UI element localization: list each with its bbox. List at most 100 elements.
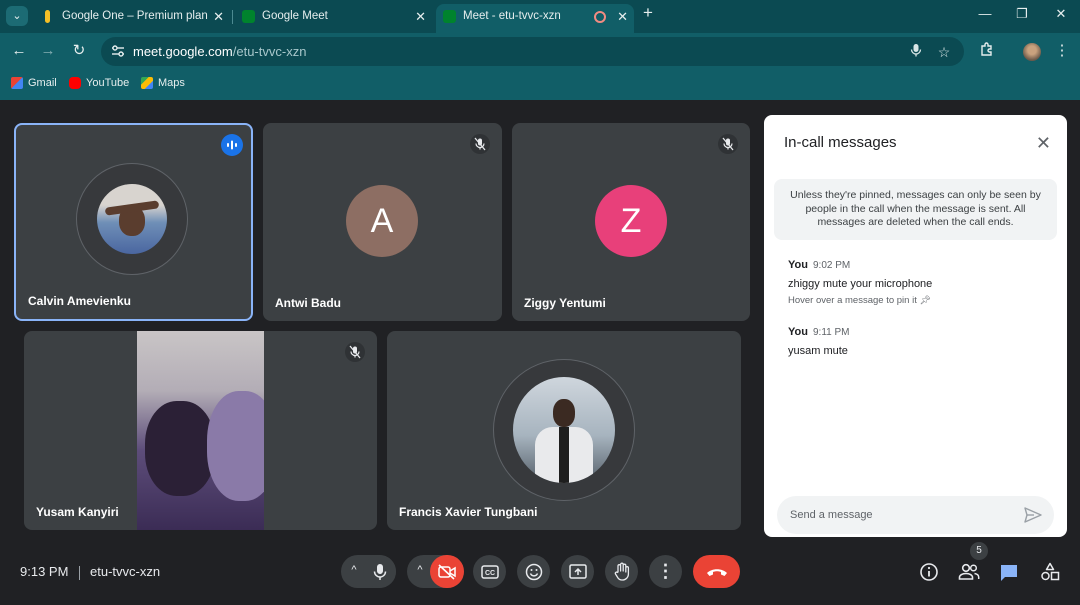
bookmark-label: Gmail [28, 77, 57, 89]
tab-title: Google Meet [262, 10, 328, 22]
bookmark-youtube[interactable]: YouTube [69, 74, 129, 92]
participant-name: Calvin Amevienku [28, 294, 131, 308]
bookmark-star-icon[interactable]: ☆ [935, 43, 953, 61]
participant-name: Antwi Badu [275, 296, 341, 310]
close-tab-icon[interactable]: ✕ [415, 4, 426, 29]
captions-button[interactable]: CC [473, 555, 506, 588]
camera-off-icon[interactable] [430, 555, 464, 588]
present-icon [561, 555, 594, 588]
pin-hint: Hover over a message to pin it 📌︎ [788, 295, 931, 306]
divider [79, 566, 80, 580]
mic-off-icon [718, 134, 738, 154]
profile-avatar[interactable] [1023, 43, 1041, 61]
extensions-icon[interactable] [977, 41, 997, 61]
message-time: 9:11 PM [813, 327, 850, 338]
more-options-icon: ⋮ [656, 561, 675, 581]
mic-control-group: ^ [341, 555, 396, 588]
audio-options-icon[interactable]: ^ [347, 564, 361, 578]
meet-icon [443, 10, 456, 23]
close-tab-icon[interactable]: ✕ [213, 4, 224, 29]
activities-icon[interactable] [1039, 561, 1061, 583]
raise-hand-icon [605, 555, 638, 588]
more-options-button[interactable]: ⋮ [649, 555, 682, 588]
camera-control-group: ^ [407, 555, 464, 588]
end-call-icon [693, 555, 740, 588]
tab-title: Google One – Premium plan [62, 10, 208, 22]
browser-menu-icon[interactable]: ⋮ [1052, 41, 1072, 61]
microphone-icon[interactable] [907, 43, 925, 61]
chat-panel-title: In-call messages [784, 134, 897, 151]
recording-icon [594, 11, 606, 23]
participant-tile[interactable]: A Antwi Badu [263, 123, 502, 321]
bookmark-gmail[interactable]: Gmail [11, 74, 57, 92]
bookmark-label: Maps [158, 77, 185, 89]
message-sender: You [788, 326, 808, 338]
message-sender: You [788, 259, 808, 271]
tab-search-button[interactable]: ⌄ [6, 6, 28, 26]
info-icon[interactable] [918, 561, 940, 583]
message-input[interactable] [790, 496, 1010, 534]
chat-notice: Unless they're pinned, messages can only… [774, 179, 1057, 240]
chat-icon[interactable] [998, 561, 1020, 583]
tab-meet-call[interactable]: Meet - etu-tvvc-xzn ✕ [436, 4, 634, 33]
message-time: 9:02 PM [813, 260, 851, 271]
reactions-button[interactable] [517, 555, 550, 588]
meet-page: Calvin Amevienku A Antwi Badu Z Ziggy Ye… [0, 100, 1080, 605]
avatar: Z [595, 185, 667, 257]
minimize-icon[interactable]: — [975, 6, 995, 21]
speaking-indicator-icon [221, 134, 243, 156]
youtube-icon [69, 77, 81, 89]
people-icon[interactable] [958, 561, 980, 583]
maximize-icon[interactable]: ❐ [1012, 6, 1032, 22]
message-text: yusam mute [788, 345, 848, 357]
message-compose [777, 496, 1054, 534]
leave-call-button[interactable] [693, 555, 740, 588]
close-window-icon[interactable]: ✕ [1051, 6, 1071, 22]
avatar [97, 184, 167, 254]
participant-tile[interactable]: Calvin Amevienku [14, 123, 253, 321]
participant-tile[interactable]: Yusam Kanyiri [24, 331, 377, 530]
pin-icon[interactable]: 📌︎ [919, 295, 930, 305]
tab-google-one[interactable]: Google One – Premium plan ✕ [42, 4, 230, 29]
participant-tile[interactable]: Francis Xavier Tungbani [387, 331, 741, 530]
close-icon[interactable]: ✕ [1036, 133, 1051, 154]
address-bar[interactable]: meet.google.com/etu-tvvc-xzn ☆ [101, 37, 964, 66]
reload-icon[interactable]: ↻ [69, 41, 89, 61]
new-tab-icon[interactable]: + [638, 3, 658, 23]
participant-name: Ziggy Yentumi [524, 296, 606, 310]
url-path: /etu-tvvc-xzn [232, 44, 307, 59]
tab-title: Meet - etu-tvvc-xzn [463, 10, 561, 22]
avatar: A [346, 185, 418, 257]
mic-icon[interactable] [363, 555, 396, 588]
people-count-badge: 5 [970, 542, 988, 560]
participant-tile[interactable]: Z Ziggy Yentumi [512, 123, 750, 321]
raise-hand-button[interactable] [605, 555, 638, 588]
meeting-code: etu-tvvc-xzn [90, 564, 161, 579]
message-text: zhiggy mute your microphone [788, 278, 933, 290]
back-icon[interactable]: ← [9, 41, 29, 61]
svg-text:CC: CC [484, 570, 494, 577]
participant-name: Yusam Kanyiri [36, 505, 119, 519]
browser-chrome: ⌄ Google One – Premium plan ✕ Google Mee… [0, 0, 1080, 100]
video-options-icon[interactable]: ^ [413, 564, 427, 578]
tab-divider [232, 10, 233, 24]
forward-icon[interactable]: → [38, 41, 58, 61]
bookmark-label: YouTube [86, 77, 130, 89]
mic-off-icon [470, 134, 490, 154]
avatar-ring [76, 163, 188, 275]
close-tab-icon[interactable]: ✕ [617, 4, 628, 29]
url-host: meet.google.com [133, 44, 233, 59]
tab-google-meet[interactable]: Google Meet ✕ [242, 4, 432, 29]
captions-icon: CC [473, 555, 506, 588]
gmail-icon [11, 77, 23, 89]
present-button[interactable] [561, 555, 594, 588]
emoji-icon [517, 555, 550, 588]
google-one-icon [45, 10, 50, 23]
participant-name: Francis Xavier Tungbani [399, 505, 538, 519]
site-info-icon[interactable] [111, 44, 125, 58]
url-text[interactable]: meet.google.com/etu-tvvc-xzn [133, 37, 306, 66]
participant-video [137, 331, 264, 530]
send-icon[interactable] [1024, 507, 1042, 523]
avatar-ring [493, 359, 635, 501]
bookmark-maps[interactable]: Maps [141, 74, 185, 92]
